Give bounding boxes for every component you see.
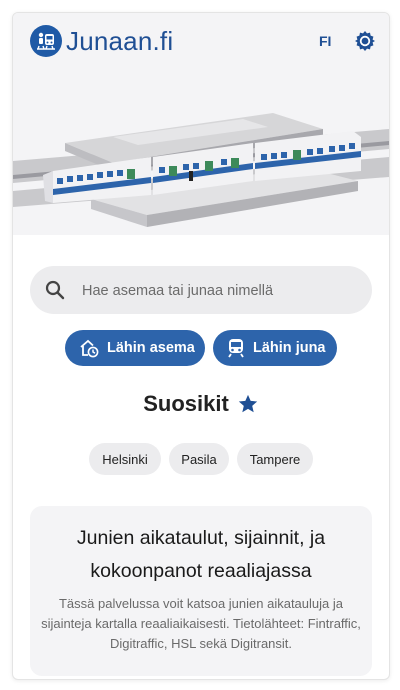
language-selector[interactable]: FI [319, 33, 331, 49]
favorite-chip-helsinki[interactable]: Helsinki [89, 443, 161, 475]
hero-illustration [13, 71, 389, 235]
train-logo-icon [30, 25, 62, 57]
nearest-train-label: Lähin juna [253, 340, 326, 356]
info-card: Junien aikataulut, sijainnit, ja kokoonp… [30, 506, 372, 676]
search-bar[interactable] [30, 266, 372, 316]
search-icon [45, 280, 65, 300]
info-title: Junien aikataulut, sijainnit, ja kokoonp… [76, 527, 326, 582]
station-clock-icon [79, 338, 99, 358]
favorite-chip-tampere[interactable]: Tampere [237, 443, 313, 475]
favorite-chip-pasila[interactable]: Pasila [169, 443, 229, 475]
favorites-heading: Suosikit [13, 391, 389, 417]
favorite-stations: Helsinki Pasila Tampere [13, 443, 389, 475]
favorites-title: Suosikit [143, 391, 229, 416]
info-body: Tässä palvelussa voit katsoa junien aika… [41, 596, 361, 651]
gear-icon[interactable] [353, 29, 377, 53]
search-input[interactable] [80, 266, 364, 316]
star-icon [237, 393, 259, 415]
nearest-station-button[interactable]: Lähin asema [65, 330, 205, 366]
nearest-station-label: Lähin asema [107, 340, 195, 356]
app-name: Junaan.fi [66, 25, 174, 56]
train-icon [227, 338, 245, 358]
home-logo-link[interactable]: Junaan.fi [30, 25, 173, 57]
nearest-train-button[interactable]: Lähin juna [213, 330, 337, 366]
app-page: Junaan.fi FI Hae asemaa tai junaa nimell… [12, 12, 390, 680]
top-bar: Junaan.fi FI [13, 13, 389, 71]
